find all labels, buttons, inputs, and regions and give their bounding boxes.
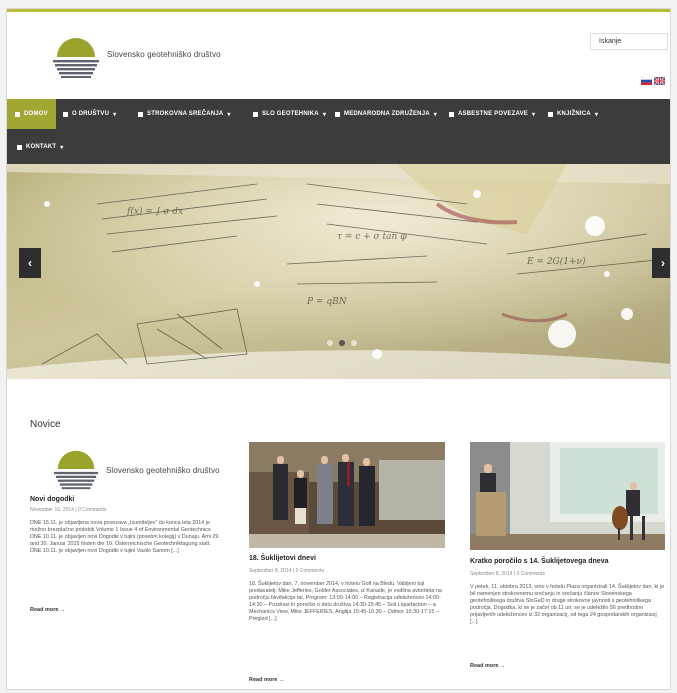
nav-item-slo-geotechnics[interactable]: SLO GEOTEHNIKA ▾	[253, 99, 326, 129]
nav-label: STROKOVNA SREČANJA	[147, 111, 224, 117]
post-title[interactable]: Novi dogodki	[30, 496, 74, 503]
library-icon	[548, 111, 553, 117]
calendar-icon	[138, 111, 143, 117]
globe-icon	[335, 111, 340, 117]
read-more-link[interactable]: Read more →	[30, 607, 65, 613]
chevron-down-icon: ▾	[113, 111, 117, 118]
slider-dot[interactable]	[327, 340, 333, 346]
slider-next-button[interactable]: ›	[652, 248, 670, 278]
post-photo[interactable]	[470, 442, 665, 550]
chevron-down-icon: ▾	[227, 111, 231, 118]
post-excerpt: V petek, 11. oktobra 2013, smo v hotelu …	[470, 584, 665, 626]
page: Slovensko geotehniško društvo Iskanje DO…	[6, 8, 671, 690]
nav-label: DOMOV	[24, 111, 48, 117]
nav-label: O DRUŠTVU	[72, 111, 110, 117]
nav-item-links[interactable]: ASBESTNE POVEZAVE ▾	[449, 99, 535, 129]
section-title: Novice	[30, 419, 61, 430]
svg-text:τ = c + σ tan φ: τ = c + σ tan φ	[337, 232, 407, 242]
slider-dot[interactable]	[351, 340, 357, 346]
post-brand-name: Slovensko geotehniško društvo	[106, 466, 220, 475]
chevron-down-icon: ▾	[433, 111, 437, 118]
chevron-down-icon: ▾	[322, 111, 327, 118]
post-excerpt: 18. Šuklijetov dan, 7. november 2014, v …	[249, 581, 442, 623]
nav-label: ASBESTNE POVEZAVE	[458, 111, 528, 117]
top-accent-line	[7, 9, 670, 12]
read-more-link[interactable]: Read more →	[249, 677, 284, 683]
nav-label: SLO GEOTEHNIKA	[262, 111, 319, 117]
chevron-down-icon: ▾	[594, 111, 599, 118]
flag-slovenian-icon[interactable]	[641, 77, 652, 85]
slide-image: f(x) = ∫ σ dx τ = c + σ tan φ E = 2G(1+ν…	[7, 164, 670, 379]
search-input[interactable]: Iskanje	[590, 33, 668, 50]
nav-item-meetings[interactable]: STROKOVNA SREČANJA ▾	[138, 99, 231, 129]
nav-item-about[interactable]: O DRUŠTVU ▾	[63, 99, 116, 129]
brand-name[interactable]: Slovensko geotehniško društvo	[107, 50, 221, 59]
svg-text:E = 2G(1+ν): E = 2G(1+ν)	[526, 256, 586, 267]
nav-label: KONTAKT	[26, 144, 57, 150]
book-icon	[253, 111, 258, 117]
nav-item-home[interactable]: DOMOV	[7, 99, 56, 129]
nav-item-contact[interactable]: KONTAKT ▾	[17, 132, 64, 162]
nav-item-international[interactable]: MEDNARODNA ZDRUŽENJA ▾	[335, 99, 437, 129]
home-icon	[15, 111, 20, 117]
logo-icon[interactable]	[47, 33, 107, 81]
mail-icon	[17, 144, 22, 150]
post-meta: November 16, 2014 | 0 Comments	[30, 507, 107, 513]
post-meta: September 8, 2014 | 0 Comments	[470, 571, 545, 577]
main-navigation: DOMOV O DRUŠTVU ▾ STROKOVNA SREČANJA ▾ S…	[7, 99, 670, 164]
post-title[interactable]: 18. Šuklijetovi dnevi	[249, 555, 316, 562]
chevron-down-icon: ▾	[531, 111, 536, 118]
folder-icon	[63, 111, 68, 117]
flag-english-icon[interactable]	[654, 77, 665, 85]
post-title[interactable]: Kratko poročilo s 14. Šuklijetovega dnev…	[470, 558, 609, 565]
post-meta: September 8, 2014 | 0 Comments	[249, 568, 324, 574]
hero-slider[interactable]: f(x) = ∫ σ dx τ = c + σ tan φ E = 2G(1+ν…	[7, 164, 670, 379]
svg-text:f(x) = ∫ σ dx: f(x) = ∫ σ dx	[126, 206, 183, 217]
read-more-link[interactable]: Read more →	[470, 663, 505, 669]
slider-prev-button[interactable]: ‹	[19, 248, 41, 278]
nav-label: KNJIŽNICA	[557, 111, 591, 117]
post-photo[interactable]	[249, 442, 445, 548]
svg-text:P = qBN: P = qBN	[306, 297, 348, 307]
link-icon	[449, 111, 454, 117]
post-excerpt: DNE 15.11. je objavljena nova povezava „…	[30, 520, 220, 555]
slider-dot-active[interactable]	[339, 340, 345, 346]
chevron-down-icon: ▾	[60, 144, 64, 151]
language-switcher	[641, 77, 665, 85]
slider-pagination	[327, 340, 357, 346]
nav-item-library[interactable]: KNJIŽNICA ▾	[548, 99, 598, 129]
post-logo-icon[interactable]	[47, 446, 107, 492]
nav-label: MEDNARODNA ZDRUŽENJA	[344, 111, 430, 117]
